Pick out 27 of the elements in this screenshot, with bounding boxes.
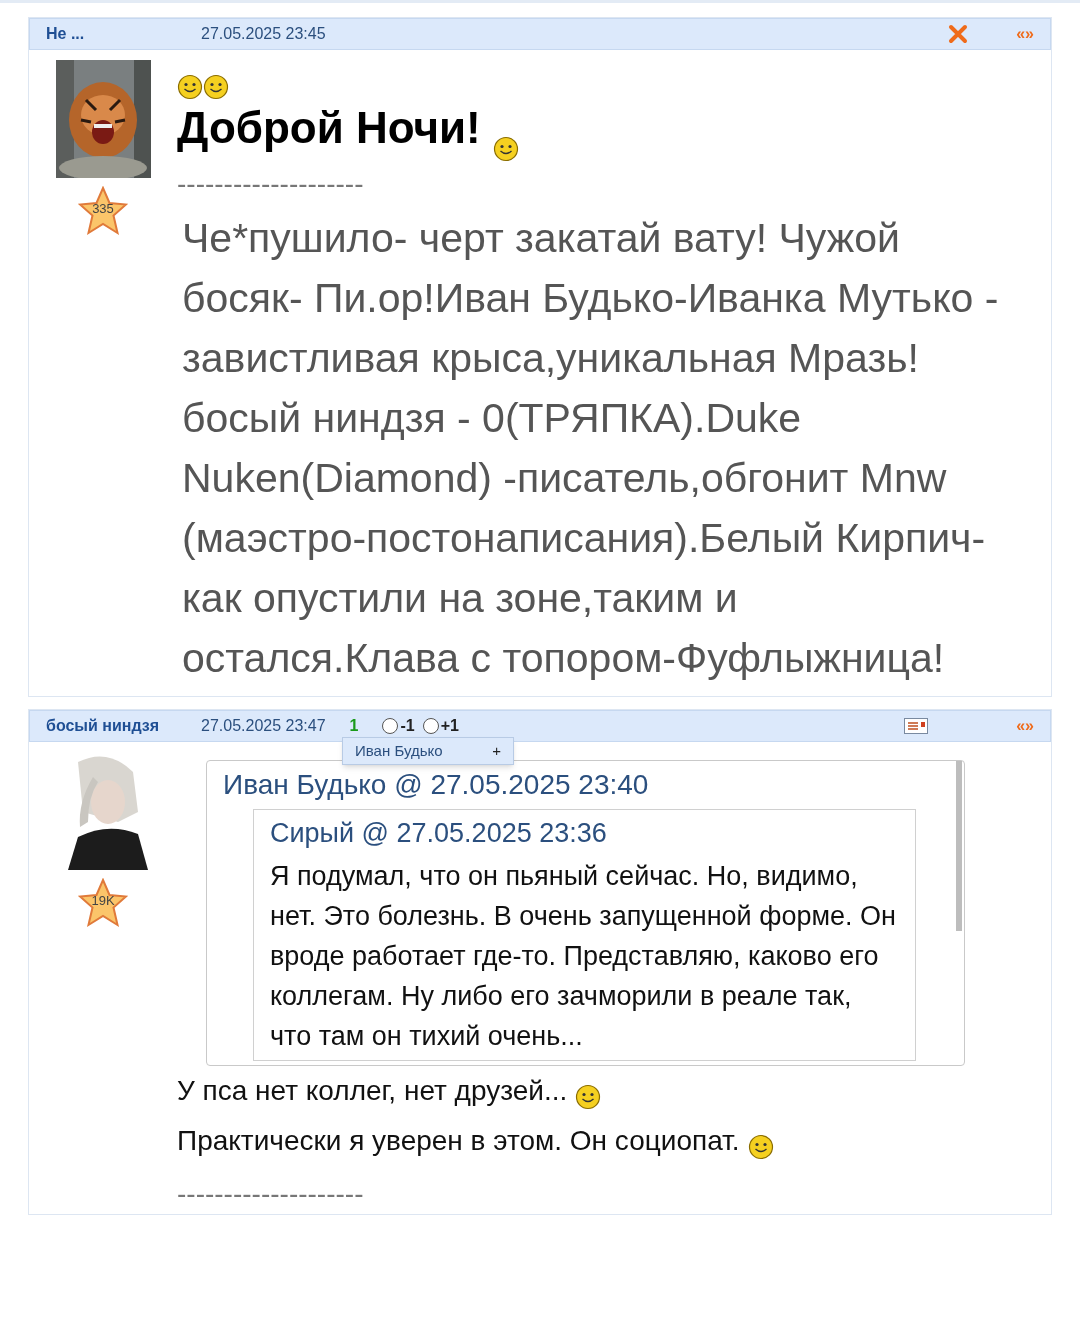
quote-header: Сирый @ 27.05.2025 23:36 <box>270 817 608 850</box>
popup-user-link[interactable]: Иван Будько <box>355 739 443 763</box>
quote-header: Иван Будько @ 27.05.2025 23:40 <box>223 768 650 802</box>
post-text: Практически я уверен в этом. Он социопат. <box>177 1124 740 1158</box>
star-icon <box>78 186 128 236</box>
post-time: 27.05.2025 23:47 <box>201 716 326 736</box>
vote-option[interactable]: +1 <box>422 714 459 738</box>
signature-divider: -------------------- <box>177 167 365 201</box>
author-name[interactable]: Не ... <box>46 22 201 46</box>
rank-count: 19K <box>90 892 116 910</box>
vote-option[interactable]: -1 <box>382 714 415 738</box>
popup-add-link[interactable]: + <box>492 739 501 763</box>
star-icon <box>78 878 128 928</box>
card-icon[interactable] <box>904 718 929 734</box>
post-text: Че*пушило- черт закатай вату! Чужой босяк- Пи.ор!Иван Будько-Иванка Мутько - завистливая крыса,уникальная Мразь!босый ниндзя - 0(ТРЯПКА).Duke Nuken(Diamond) -писатель,обгонит Mnw (маэстро-постонаписания).Белый Кирпич- как опустили на зоне,таким и остался.Клава с топором-Фуфлыжница! <box>181 214 1000 683</box>
smiley-icon <box>203 74 229 100</box>
author-name[interactable]: босый ниндзя <box>46 714 201 738</box>
quote-text: Я подумал, что он пьяный сейчас. Но, видимо, нет. Это болезнь. В очень запущенной форме. Он вроде работает где-то. Представляю, каково его коллегам. Ну либо его зачморили в реале так, что там он тихий очень... <box>270 860 897 1053</box>
post-score: 1 <box>349 716 359 736</box>
post-heading: Доброй Ночи! <box>177 102 481 154</box>
post-time: 27.05.2025 23:45 <box>201 24 326 44</box>
close-icon[interactable] <box>948 24 969 44</box>
smiley-icon <box>177 74 203 100</box>
rank-count: 335 <box>91 200 115 218</box>
scrollbar[interactable] <box>956 761 962 931</box>
signature-divider: -------------------- <box>177 1177 365 1211</box>
post-text: У пса нет коллег, нет друзей... <box>177 1074 568 1108</box>
